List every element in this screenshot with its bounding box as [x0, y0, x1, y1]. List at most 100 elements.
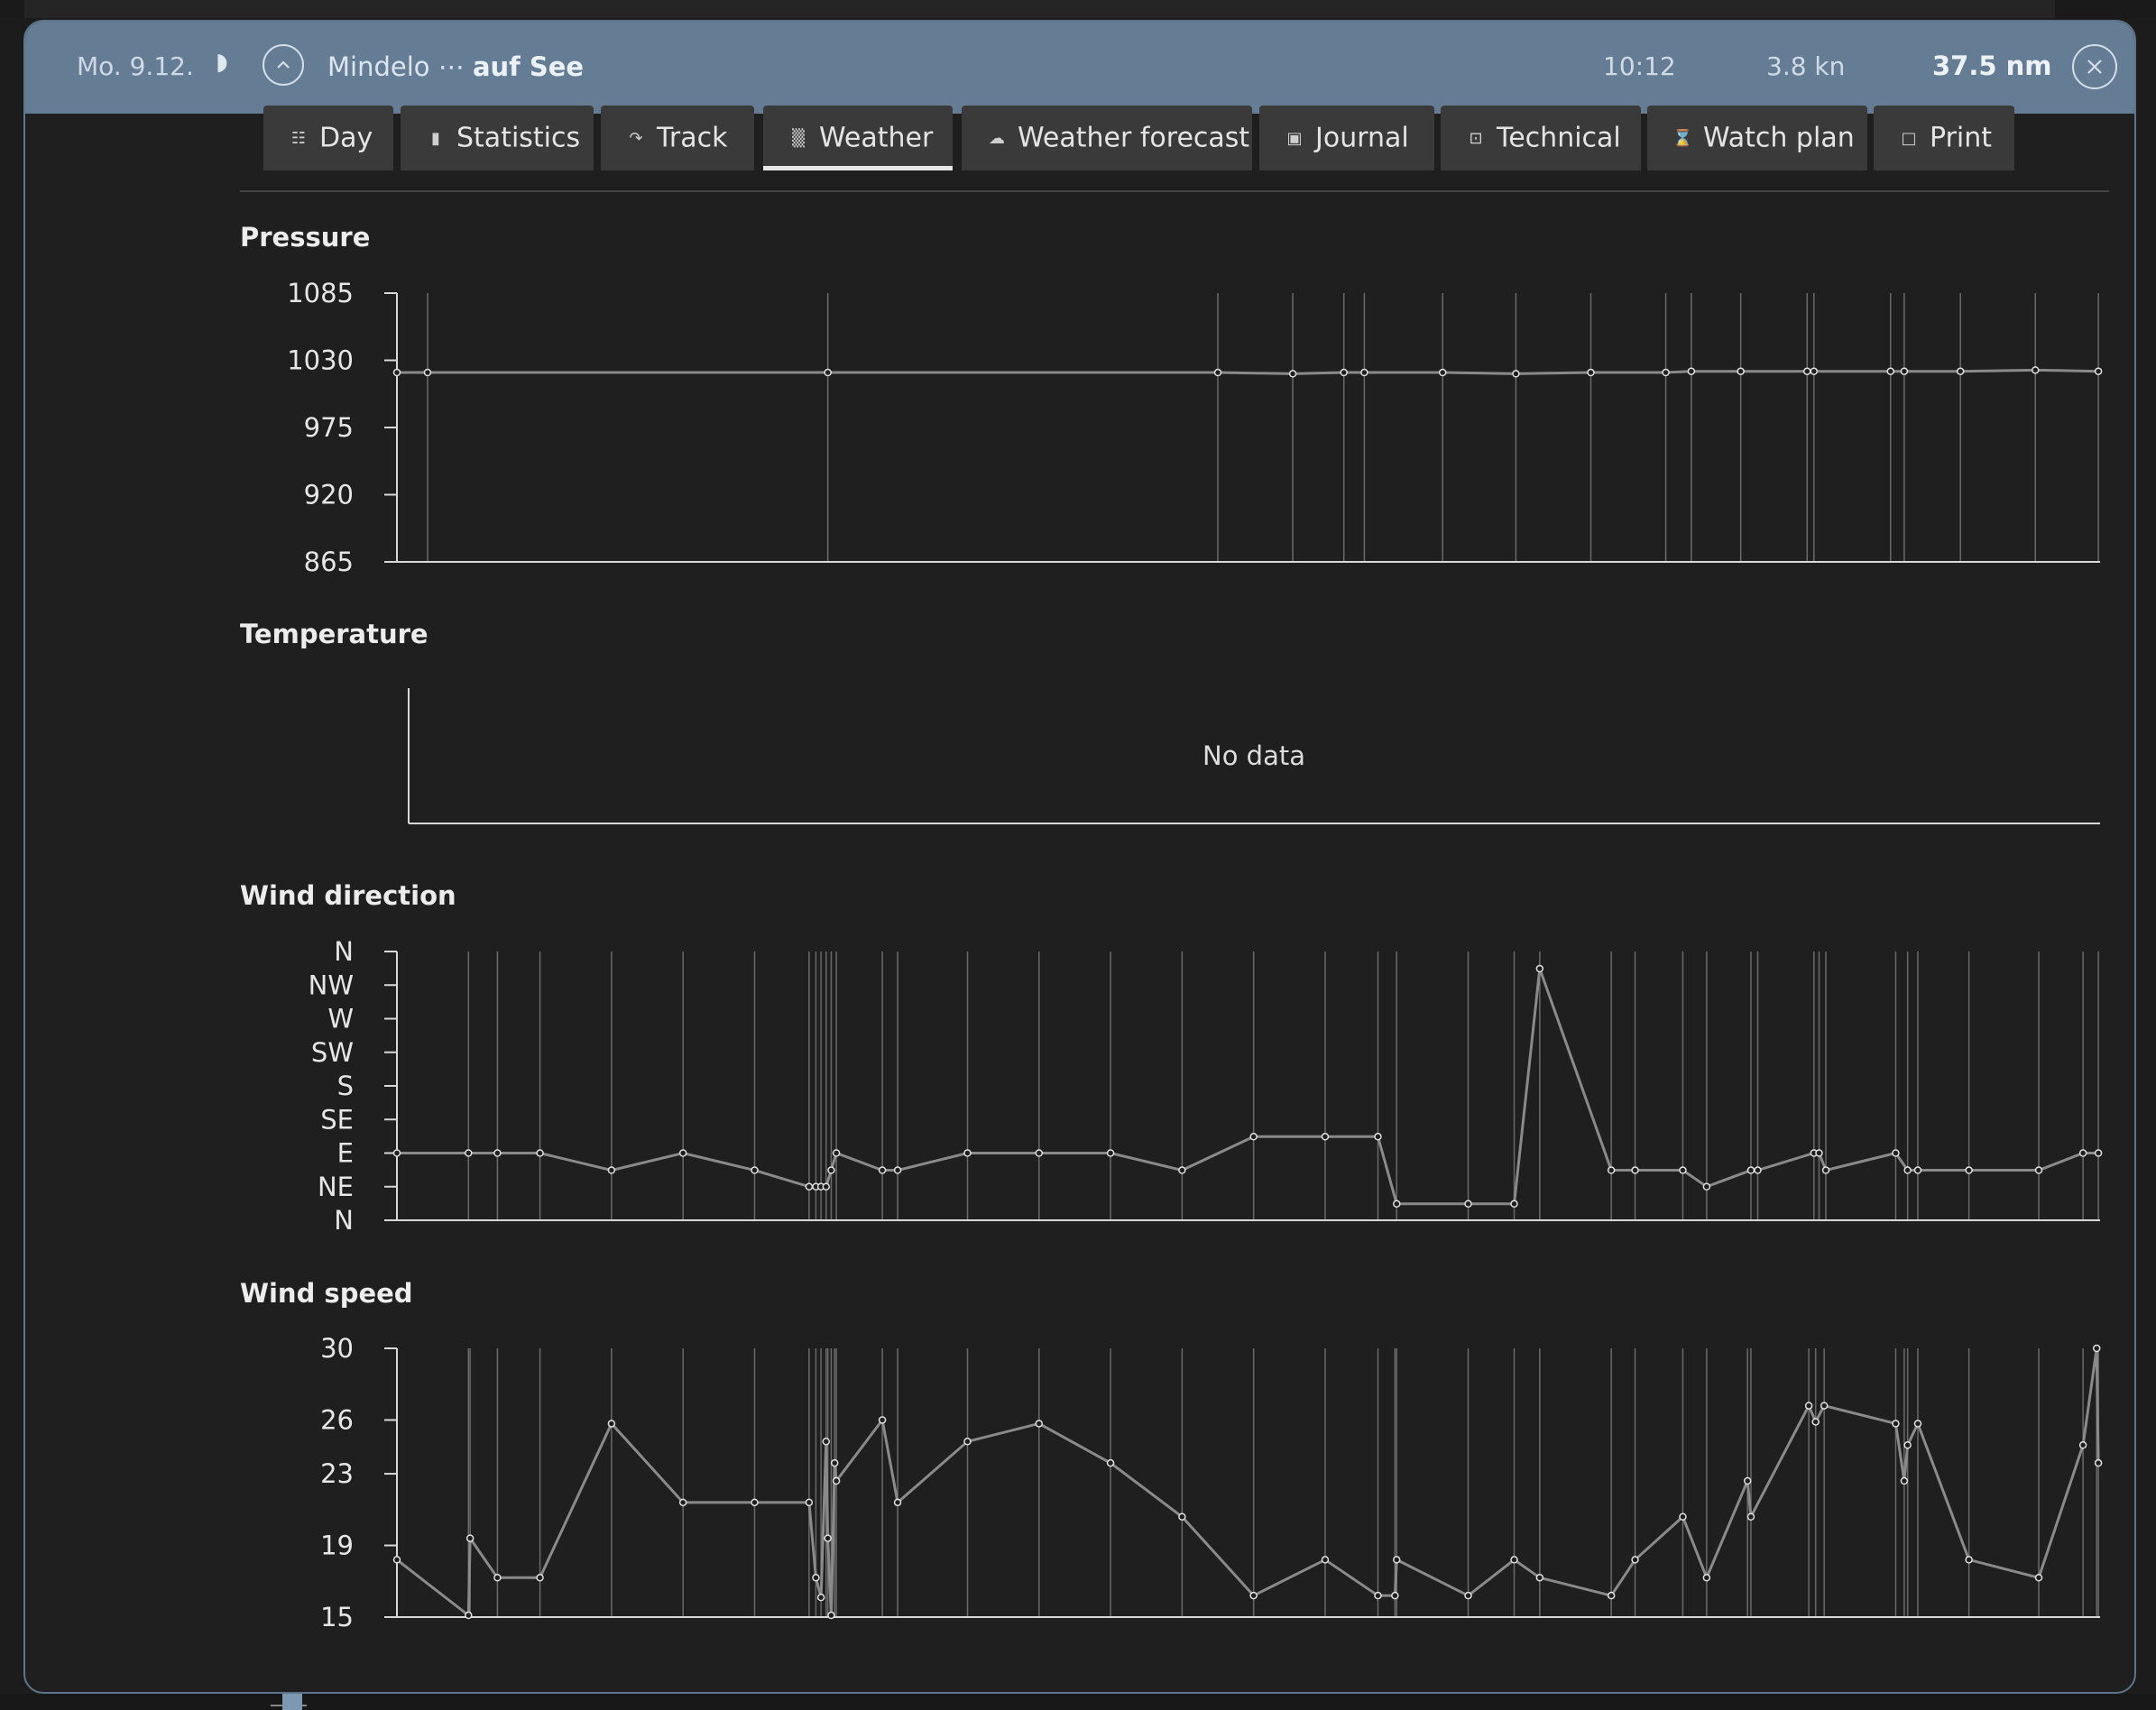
wind_direction-data-point — [1815, 1149, 1823, 1157]
wind_speed-data-point — [1743, 1476, 1752, 1485]
wind_direction-data-point — [1754, 1166, 1762, 1174]
wind_direction-data-point — [465, 1149, 473, 1157]
wind_direction-data-point — [1903, 1166, 1912, 1174]
wind_direction-data-point — [1035, 1149, 1044, 1157]
pressure-ytick-label: 1085 — [287, 278, 354, 308]
wind_speed-data-point — [1393, 1556, 1401, 1564]
wind_direction-data-point — [827, 1166, 835, 1174]
pressure-ytick-label: 975 — [304, 412, 354, 443]
no-data-label: No data — [1202, 740, 1305, 771]
wind_direction-ytick-label: SW — [311, 1037, 354, 1068]
wind_direction-data-point — [1631, 1166, 1639, 1174]
wind_speed-data-point — [2078, 1441, 2087, 1449]
wind_speed-data-point — [1965, 1556, 1973, 1564]
pressure-series-line — [397, 368, 2099, 375]
wind_direction-ytick-label: S — [337, 1071, 354, 1101]
wind_speed-data-point — [1535, 1574, 1544, 1582]
wind_speed-data-point — [824, 1534, 832, 1542]
weather-charts: 10851030975920865 No data NNWWSWSSEENEN … — [287, 278, 2103, 1632]
pressure-data-point — [1213, 368, 1222, 377]
pressure-data-point — [1737, 367, 1745, 375]
wind_speed-data-point — [1892, 1420, 1900, 1428]
wind_speed-data-point — [1900, 1476, 1909, 1485]
wind_direction-data-point — [392, 1149, 401, 1157]
pressure-data-point — [1288, 370, 1297, 378]
wind_direction-data-point — [878, 1166, 887, 1174]
wind_direction-ytick-label: SE — [320, 1104, 354, 1135]
wind_speed-data-point — [830, 1458, 839, 1467]
wind_speed-data-point — [812, 1574, 820, 1582]
wind_direction-data-point — [1535, 964, 1544, 973]
wind_speed-data-point — [2094, 1458, 2103, 1467]
wind_direction-data-point — [893, 1166, 902, 1174]
wind_speed-ytick-label: 30 — [320, 1333, 354, 1364]
wind_speed-data-point — [1249, 1591, 1258, 1600]
wind_direction-ytick-label: N — [334, 936, 354, 967]
wind_speed-series-line — [396, 1347, 2100, 1619]
wind_speed-data-point — [878, 1416, 887, 1424]
pressure-data-point — [2094, 367, 2103, 375]
pressure-ytick-label: 920 — [304, 480, 354, 510]
wind_direction-data-point — [2034, 1166, 2043, 1174]
wind_direction-ytick-label: NE — [318, 1172, 354, 1202]
wind_speed-data-point — [1746, 1512, 1755, 1521]
wind_direction-data-point — [822, 1182, 831, 1191]
wind_speed-data-point — [827, 1611, 835, 1620]
wind_direction-data-point — [751, 1166, 759, 1174]
wind_direction-data-point — [1249, 1133, 1258, 1141]
wind_speed-data-point — [465, 1534, 475, 1542]
wind_speed-data-point — [607, 1420, 616, 1428]
wind_speed-data-point — [1510, 1556, 1518, 1564]
wind-direction-chart: NNWWSWSSEENEN — [309, 936, 2103, 1236]
wind_speed-data-point — [2092, 1344, 2101, 1353]
wind_speed-data-point — [816, 1593, 825, 1602]
wind_speed-data-point — [493, 1574, 502, 1582]
pressure-data-point — [423, 368, 432, 377]
pressure-data-point — [1810, 367, 1819, 375]
pressure-data-point — [1886, 367, 1895, 375]
wind_speed-data-point — [1464, 1591, 1472, 1600]
wind_direction-series-line — [397, 968, 2099, 1206]
wind_direction-data-point — [1321, 1133, 1330, 1141]
wind-speed-chart: 30 26 23 19 15 — [320, 1333, 2103, 1632]
pressure-data-point — [1512, 370, 1520, 378]
wind_direction-data-point — [1679, 1166, 1687, 1174]
wind_direction-data-point — [1892, 1149, 1900, 1157]
wind_direction-ytick-label: NW — [309, 970, 354, 1000]
wind_direction-data-point — [1746, 1166, 1755, 1174]
wind_direction-data-point — [2094, 1149, 2103, 1157]
wind_speed-data-point — [805, 1498, 814, 1507]
wind_speed-data-point — [1631, 1556, 1639, 1564]
wind_speed-data-point — [1178, 1512, 1186, 1521]
wind_speed-data-point — [1820, 1402, 1829, 1410]
wind_speed-data-point — [1702, 1574, 1711, 1582]
wind_speed-data-point — [2034, 1574, 2043, 1582]
wind_direction-data-point — [1607, 1166, 1616, 1174]
pressure-data-point — [1900, 367, 1909, 375]
wind_direction-ytick-label: W — [327, 1004, 354, 1034]
pressure-data-point — [1340, 368, 1348, 377]
wind_speed-data-point — [751, 1498, 759, 1507]
wind_direction-data-point — [1702, 1182, 1711, 1191]
pressure-ytick-label: 1030 — [287, 345, 354, 376]
pressure-data-point — [2032, 366, 2040, 374]
wind_speed-data-point — [1106, 1458, 1115, 1467]
pressure-data-point — [1803, 367, 1811, 375]
pressure-data-point — [1687, 367, 1696, 375]
pressure-data-point — [1438, 368, 1447, 377]
wind_direction-data-point — [1965, 1166, 1973, 1174]
wind_speed-data-point — [832, 1476, 841, 1485]
wind_speed-data-point — [1679, 1512, 1687, 1521]
wind_speed-data-point — [1903, 1441, 1912, 1449]
wind_direction-data-point — [2078, 1149, 2087, 1157]
wind_speed-data-point — [893, 1498, 902, 1507]
wind_direction-data-point — [1374, 1133, 1382, 1141]
pressure-chart: 1085 1030 975 920 865 — [287, 278, 2103, 577]
wind_direction-data-point — [1393, 1200, 1401, 1209]
wind_direction-data-point — [1821, 1166, 1830, 1174]
window-bottom-strip — [0, 1694, 2156, 1710]
wind_direction-data-point — [963, 1149, 972, 1157]
pressure-ytick-label: 865 — [304, 547, 354, 577]
wind_direction-data-point — [1510, 1200, 1518, 1209]
wind_speed-data-point — [1804, 1402, 1813, 1410]
